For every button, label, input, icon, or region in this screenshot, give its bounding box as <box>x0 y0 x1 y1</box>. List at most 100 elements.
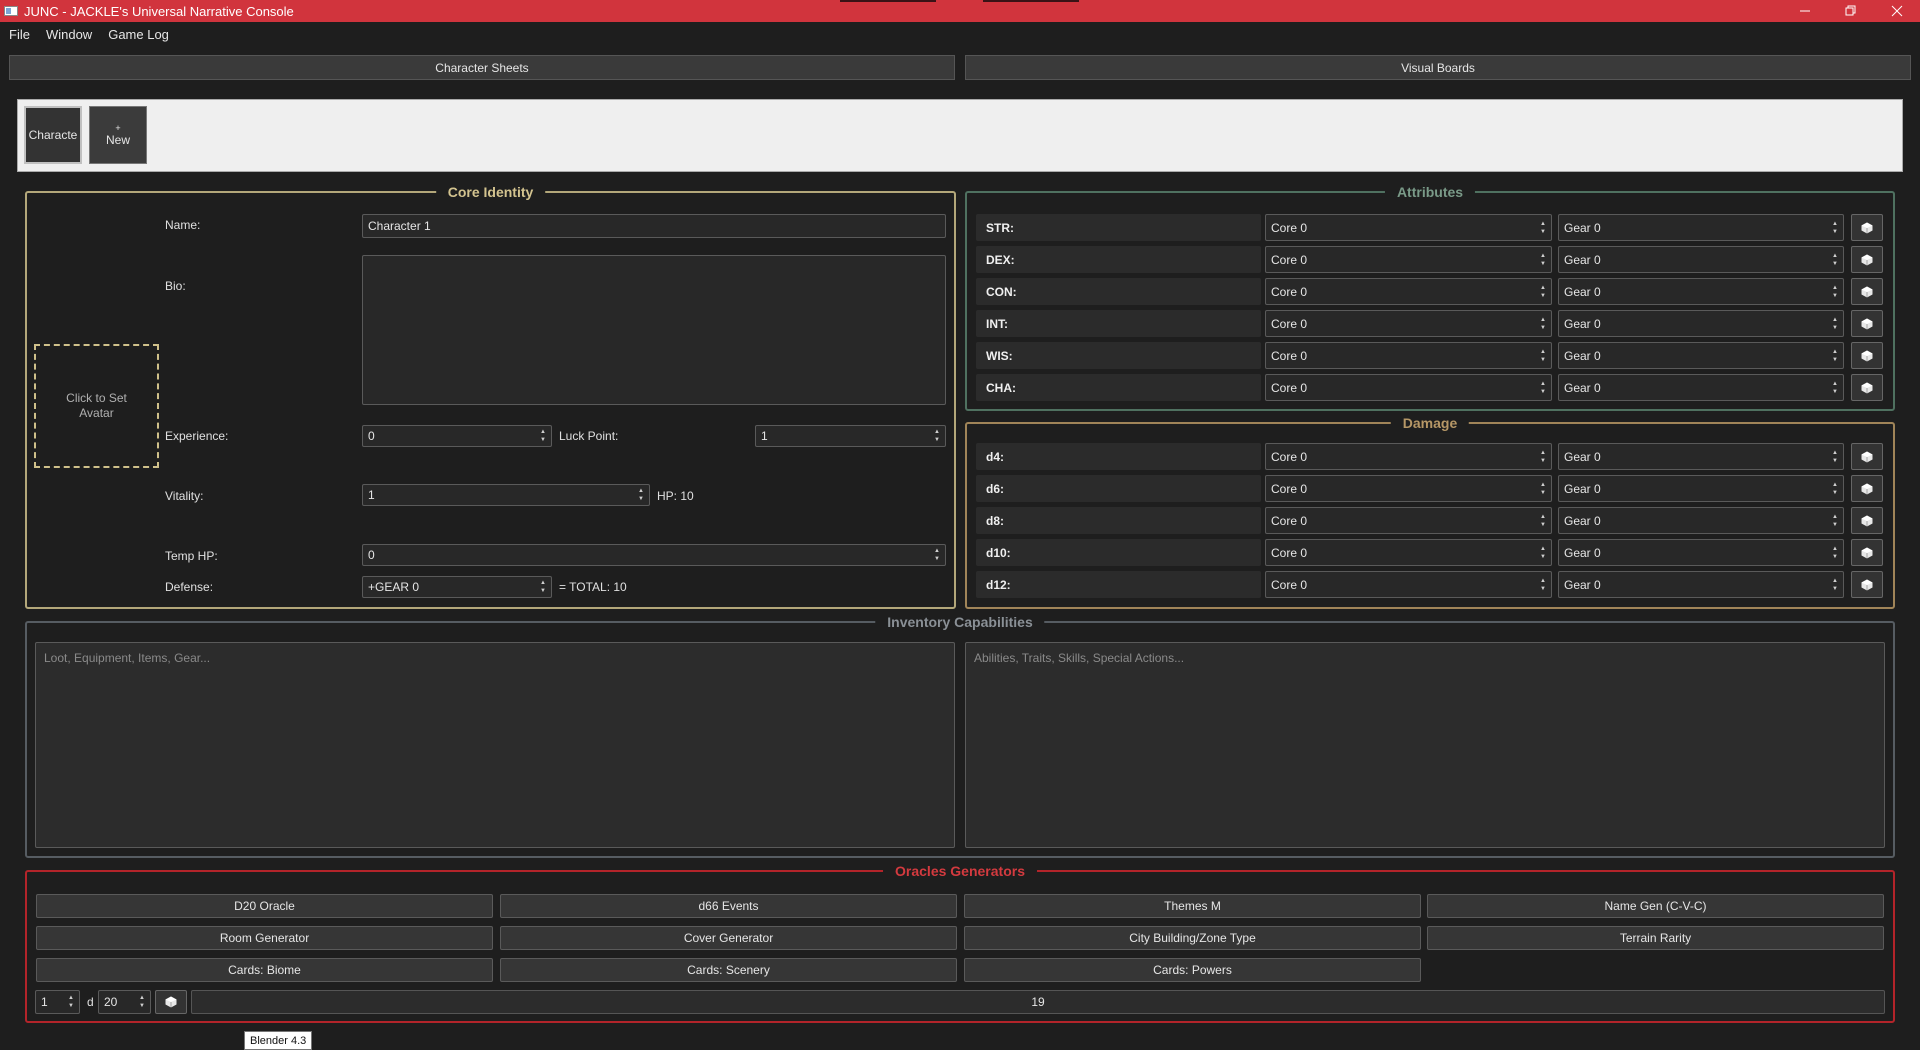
attributes-core-spinbox[interactable]: Core 0 ▲ ▼ <box>1265 310 1552 337</box>
temp-hp-spinbox[interactable]: 0 ▲ ▼ <box>362 544 946 566</box>
spin-arrows-icon[interactable]: ▲ ▼ <box>1535 508 1551 533</box>
spin-arrows-icon[interactable]: ▲ ▼ <box>63 991 79 1013</box>
vitality-spinbox[interactable]: 1 ▲ ▼ <box>362 484 650 506</box>
avatar-placeholder[interactable]: Click to Set Avatar <box>34 344 159 468</box>
damage-roll-button[interactable] <box>1851 539 1883 566</box>
spin-arrows-icon[interactable]: ▲ ▼ <box>1827 476 1843 501</box>
spin-arrows-icon[interactable]: ▲ ▼ <box>1827 540 1843 565</box>
oracle-cover-generator-button[interactable]: Cover Generator <box>500 926 957 950</box>
dice-sides-spinbox[interactable]: 20 ▲ ▼ <box>98 990 151 1014</box>
new-character-button[interactable]: + New <box>89 106 147 164</box>
maximize-button[interactable] <box>1828 0 1874 22</box>
damage-core-spinbox[interactable]: Core 0 ▲ ▼ <box>1265 475 1552 502</box>
attributes-roll-button[interactable] <box>1851 342 1883 369</box>
spin-arrows-icon[interactable]: ▲ ▼ <box>1827 375 1843 400</box>
spin-arrows-icon[interactable]: ▲ ▼ <box>1827 444 1843 469</box>
oracle-cards-scenery-button[interactable]: Cards: Scenery <box>500 958 957 982</box>
damage-row-label: d12: <box>976 571 1261 598</box>
luck-point-spinbox[interactable]: 1 ▲ ▼ <box>755 425 946 447</box>
oracle-cards-biome-button[interactable]: Cards: Biome <box>36 958 493 982</box>
damage-roll-button[interactable] <box>1851 571 1883 598</box>
tab-character-sheets[interactable]: Character Sheets <box>9 55 955 80</box>
spin-arrows-icon[interactable]: ▲ ▼ <box>929 545 945 565</box>
attributes-core-spinbox[interactable]: Core 0 ▲ ▼ <box>1265 214 1552 241</box>
attributes-core-spinbox[interactable]: Core 0 ▲ ▼ <box>1265 278 1552 305</box>
spin-arrows-icon[interactable]: ▲ ▼ <box>1535 311 1551 336</box>
damage-core-spinbox[interactable]: Core 0 ▲ ▼ <box>1265 507 1552 534</box>
attributes-core-spinbox[interactable]: Core 0 ▲ ▼ <box>1265 246 1552 273</box>
spin-arrows-icon[interactable]: ▲ ▼ <box>1535 215 1551 240</box>
damage-gear-spinbox[interactable]: Gear 0 ▲ ▼ <box>1558 443 1844 470</box>
dice-sides-value: 20 <box>104 995 118 1009</box>
damage-roll-button[interactable] <box>1851 475 1883 502</box>
attributes-gear-spinbox[interactable]: Gear 0 ▲ ▼ <box>1558 342 1844 369</box>
oracle-room-generator-button[interactable]: Room Generator <box>36 926 493 950</box>
attributes-roll-button[interactable] <box>1851 374 1883 401</box>
damage-roll-button[interactable] <box>1851 507 1883 534</box>
spin-arrows-icon[interactable]: ▲ ▼ <box>1535 540 1551 565</box>
bio-textarea[interactable] <box>362 255 946 405</box>
oracle-d66-events-button[interactable]: d66 Events <box>500 894 957 918</box>
attributes-gear-spinbox[interactable]: Gear 0 ▲ ▼ <box>1558 246 1844 273</box>
minimize-button[interactable] <box>1782 0 1828 22</box>
menu-game-log[interactable]: Game Log <box>100 27 177 42</box>
spin-arrows-icon[interactable]: ▲ ▼ <box>535 426 551 446</box>
spin-arrows-icon[interactable]: ▲ ▼ <box>1827 215 1843 240</box>
spin-arrows-icon[interactable]: ▲ ▼ <box>1827 572 1843 597</box>
spin-arrows-icon[interactable]: ▲ ▼ <box>929 426 945 446</box>
damage-core-spinbox[interactable]: Core 0 ▲ ▼ <box>1265 571 1552 598</box>
attributes-core-spinbox[interactable]: Core 0 ▲ ▼ <box>1265 374 1552 401</box>
spin-arrows-icon[interactable]: ▲ ▼ <box>1535 375 1551 400</box>
spin-arrows-icon[interactable]: ▲ ▼ <box>1535 247 1551 272</box>
damage-core-spinbox[interactable]: Core 0 ▲ ▼ <box>1265 443 1552 470</box>
capabilities-textarea[interactable]: Abilities, Traits, Skills, Special Actio… <box>965 642 1885 848</box>
damage-gear-spinbox[interactable]: Gear 0 ▲ ▼ <box>1558 571 1844 598</box>
attributes-gear-spinbox[interactable]: Gear 0 ▲ ▼ <box>1558 278 1844 305</box>
spin-arrows-icon[interactable]: ▲ ▼ <box>1827 508 1843 533</box>
dice-count-spinbox[interactable]: 1 ▲ ▼ <box>35 990 80 1014</box>
dice-icon <box>1861 318 1873 329</box>
spin-arrows-icon[interactable]: ▲ ▼ <box>1827 247 1843 272</box>
spin-arrows-icon[interactable]: ▲ ▼ <box>535 577 551 597</box>
attributes-gear-spinbox[interactable]: Gear 0 ▲ ▼ <box>1558 374 1844 401</box>
spin-arrows-icon[interactable]: ▲ ▼ <box>1535 572 1551 597</box>
close-button[interactable] <box>1874 0 1920 22</box>
oracle-themes-m-button[interactable]: Themes M <box>964 894 1421 918</box>
spin-arrows-icon[interactable]: ▲ ▼ <box>633 485 649 505</box>
spin-arrows-icon[interactable]: ▲ ▼ <box>1535 343 1551 368</box>
spin-arrows-icon[interactable]: ▲ ▼ <box>1827 343 1843 368</box>
defense-gear-spinbox[interactable]: +GEAR 0 ▲ ▼ <box>362 576 552 598</box>
spin-arrows-icon[interactable]: ▲ ▼ <box>134 991 150 1013</box>
oracle-cards-powers-button[interactable]: Cards: Powers <box>964 958 1421 982</box>
character-tab[interactable]: Characte <box>24 106 82 164</box>
roll-dice-button[interactable] <box>155 990 187 1014</box>
damage-roll-button[interactable] <box>1851 443 1883 470</box>
spin-arrows-icon[interactable]: ▲ ▼ <box>1827 279 1843 304</box>
attributes-roll-button[interactable] <box>1851 214 1883 241</box>
oracle-city-building-zone-type-button[interactable]: City Building/Zone Type <box>964 926 1421 950</box>
spin-arrows-icon[interactable]: ▲ ▼ <box>1535 444 1551 469</box>
oracle-terrain-rarity-button[interactable]: Terrain Rarity <box>1427 926 1884 950</box>
experience-spinbox[interactable]: 0 ▲ ▼ <box>362 425 552 447</box>
damage-core-spinbox[interactable]: Core 0 ▲ ▼ <box>1265 539 1552 566</box>
menu-window[interactable]: Window <box>38 27 100 42</box>
attributes-roll-button[interactable] <box>1851 278 1883 305</box>
spin-arrows-icon[interactable]: ▲ ▼ <box>1535 476 1551 501</box>
attributes-roll-button[interactable] <box>1851 310 1883 337</box>
inventory-textarea[interactable]: Loot, Equipment, Items, Gear... <box>35 642 955 848</box>
attributes-core-spinbox[interactable]: Core 0 ▲ ▼ <box>1265 342 1552 369</box>
menu-file[interactable]: File <box>1 27 38 42</box>
name-input[interactable]: Character 1 <box>362 214 946 238</box>
attributes-gear-spinbox[interactable]: Gear 0 ▲ ▼ <box>1558 310 1844 337</box>
attributes-row-label: WIS: <box>976 342 1261 369</box>
tab-visual-boards[interactable]: Visual Boards <box>965 55 1911 80</box>
oracle-d20-oracle-button[interactable]: D20 Oracle <box>36 894 493 918</box>
spin-arrows-icon[interactable]: ▲ ▼ <box>1827 311 1843 336</box>
attributes-gear-spinbox[interactable]: Gear 0 ▲ ▼ <box>1558 214 1844 241</box>
damage-gear-spinbox[interactable]: Gear 0 ▲ ▼ <box>1558 539 1844 566</box>
spin-arrows-icon[interactable]: ▲ ▼ <box>1535 279 1551 304</box>
damage-gear-spinbox[interactable]: Gear 0 ▲ ▼ <box>1558 507 1844 534</box>
attributes-roll-button[interactable] <box>1851 246 1883 273</box>
oracle-name-gen-c-v-c-button[interactable]: Name Gen (C-V-C) <box>1427 894 1884 918</box>
damage-gear-spinbox[interactable]: Gear 0 ▲ ▼ <box>1558 475 1844 502</box>
